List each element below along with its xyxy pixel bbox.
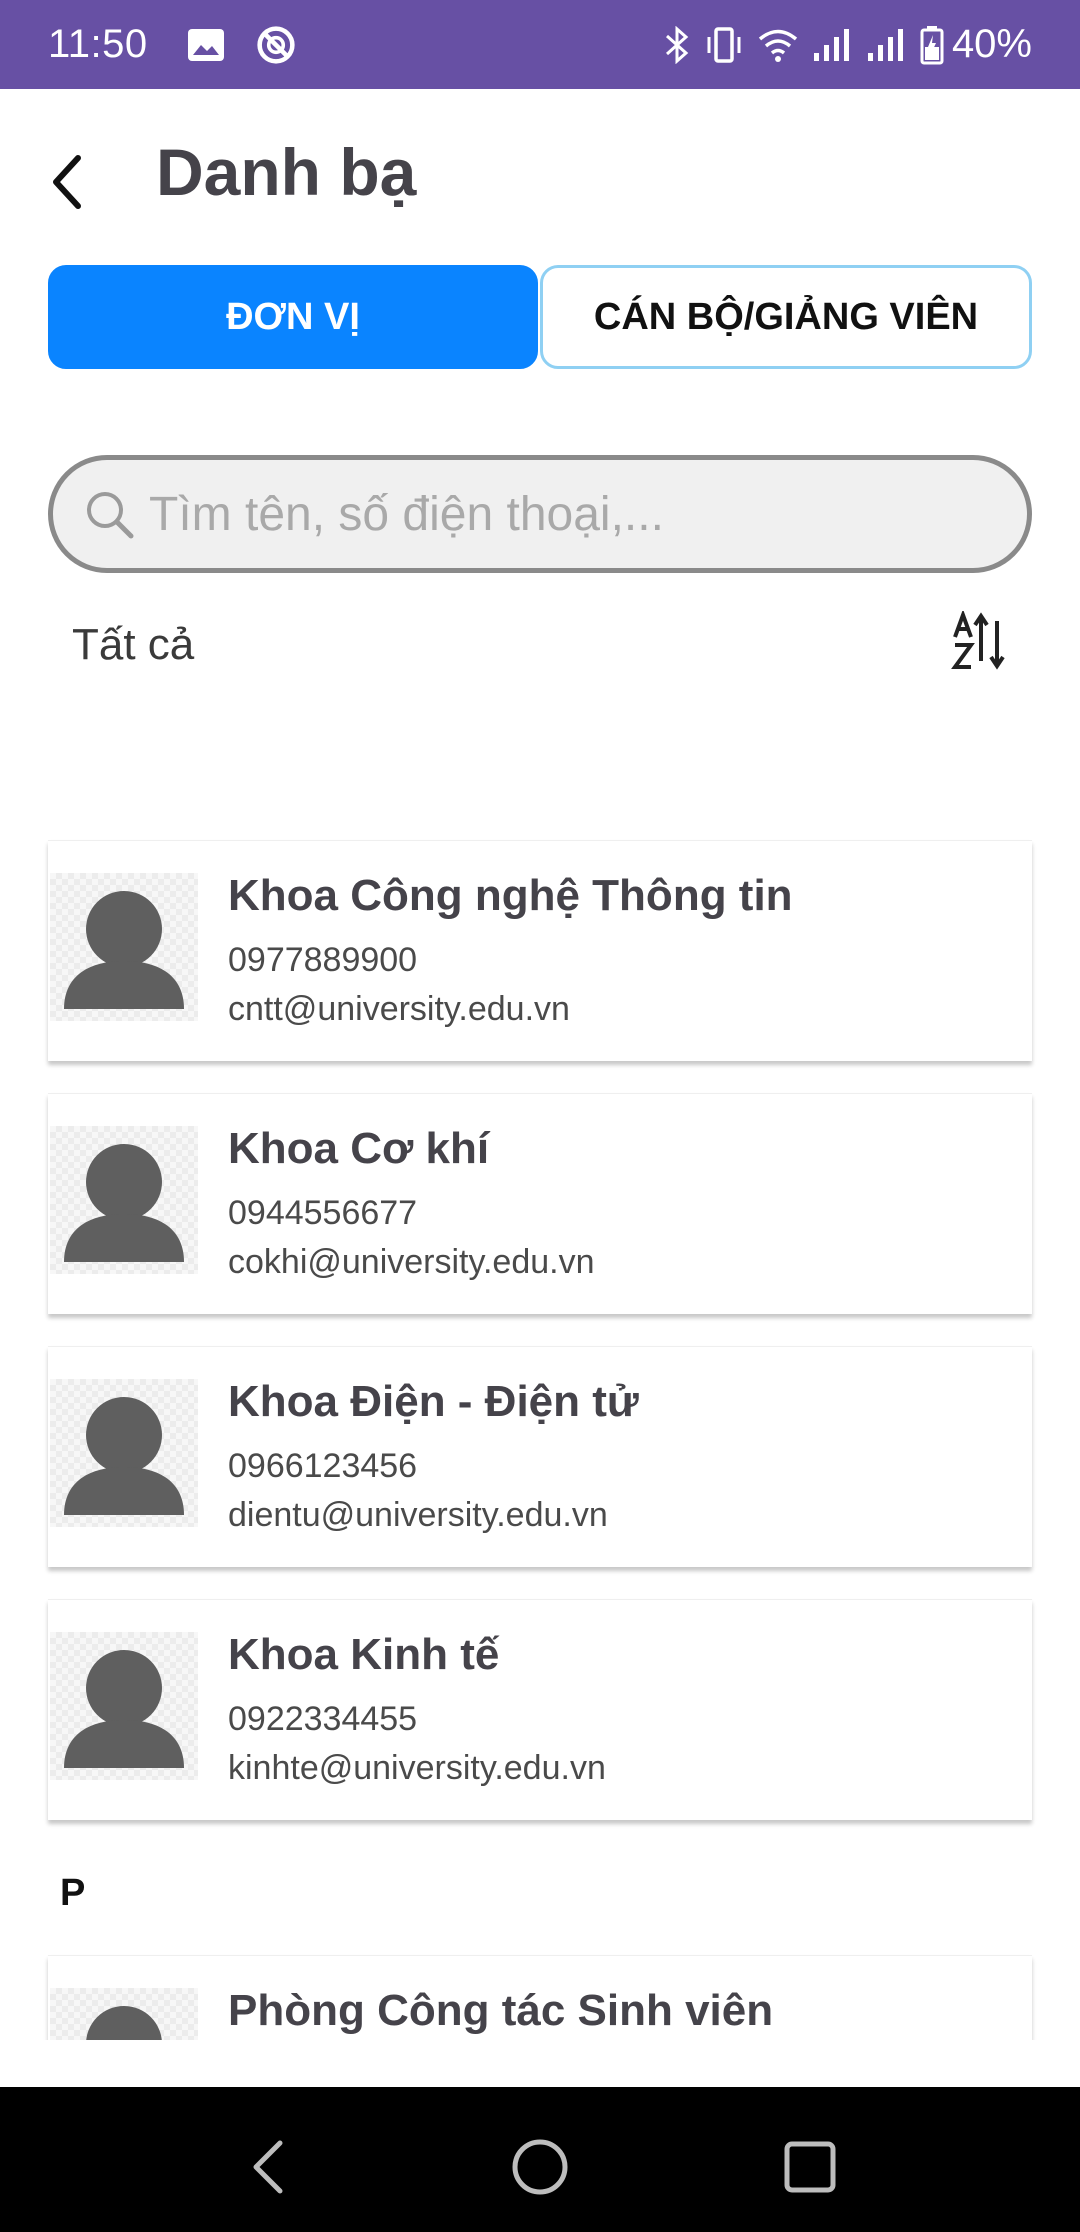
contact-phone: 0922334455 — [228, 1700, 418, 1738]
sort-button[interactable] — [946, 608, 1016, 678]
signal-icon — [812, 23, 852, 67]
tab-don-vi[interactable]: ĐƠN VỊ — [48, 265, 538, 369]
contact-name: Phòng Công tác Sinh viên — [228, 1986, 774, 2035]
contact-name: Khoa Điện - Điện tử — [228, 1377, 639, 1426]
list-item[interactable]: Khoa Điện - Điện tử 0966123456 dientu@un… — [48, 1346, 1032, 1567]
search-input[interactable] — [147, 485, 971, 543]
list-item[interactable]: Khoa Cơ khí 0944556677 cokhi@university.… — [48, 1093, 1032, 1314]
recents-square-icon — [782, 2139, 838, 2200]
contact-email: dientu@university.edu.vn — [228, 1496, 608, 1534]
list-item[interactable]: Khoa Kinh tế 0922334455 kinhte@universit… — [48, 1599, 1032, 1820]
status-bar: 11:50 40% — [0, 0, 1080, 89]
list-item[interactable]: Khoa Công nghệ Thông tin 0977889900 cntt… — [48, 840, 1032, 1061]
contact-name: Khoa Cơ khí — [228, 1124, 490, 1173]
contact-name: Khoa Kinh tế — [228, 1630, 500, 1679]
contact-phone: 0966123456 — [228, 1447, 418, 1485]
bluetooth-icon — [664, 23, 690, 67]
avatar — [50, 1988, 198, 2040]
section-header-p: P — [60, 1872, 86, 1914]
contact-email: kinhte@university.edu.vn — [228, 1749, 606, 1787]
back-triangle-icon — [248, 2137, 288, 2202]
back-button[interactable] — [24, 140, 112, 228]
avatar — [50, 873, 198, 1021]
no-disturb-icon — [256, 25, 296, 65]
vibrate-icon — [704, 23, 744, 67]
status-icons: 40% — [650, 22, 1032, 67]
contact-email: cokhi@university.edu.vn — [228, 1243, 595, 1281]
sort-az-icon — [951, 608, 1011, 676]
page-title: Danh bạ — [156, 135, 417, 209]
list-item[interactable]: Phòng Công tác Sinh viên — [48, 1955, 1032, 2040]
avatar — [50, 1126, 198, 1274]
navigation-bar — [0, 2087, 1080, 2232]
contact-phone: 0944556677 — [228, 1194, 418, 1232]
search-icon — [81, 486, 137, 542]
nav-back-button[interactable] — [218, 2119, 318, 2219]
status-time: 11:50 — [48, 22, 148, 66]
home-circle-icon — [510, 2137, 570, 2202]
contact-list: K Khoa Công nghệ Thông tin 0977889900 cn… — [0, 830, 1080, 2040]
battery-percent: 40% — [951, 22, 1032, 66]
contact-email: cntt@university.edu.vn — [228, 990, 570, 1028]
signal-icon — [866, 23, 906, 67]
nav-recents-button[interactable] — [760, 2119, 860, 2219]
wifi-icon — [758, 23, 798, 67]
tab-can-bo-giang-vien[interactable]: CÁN BỘ/GIẢNG VIÊN — [540, 265, 1032, 369]
image-icon — [186, 25, 226, 65]
nav-home-button[interactable] — [490, 2119, 590, 2219]
contact-phone: 0977889900 — [228, 941, 418, 979]
avatar — [50, 1632, 198, 1780]
battery-icon — [920, 23, 944, 67]
search-bar[interactable] — [48, 455, 1032, 573]
avatar — [50, 1379, 198, 1527]
filter-label[interactable]: Tất cả — [72, 620, 194, 670]
chevron-left-icon — [48, 152, 88, 217]
contact-name: Khoa Công nghệ Thông tin — [228, 871, 793, 920]
